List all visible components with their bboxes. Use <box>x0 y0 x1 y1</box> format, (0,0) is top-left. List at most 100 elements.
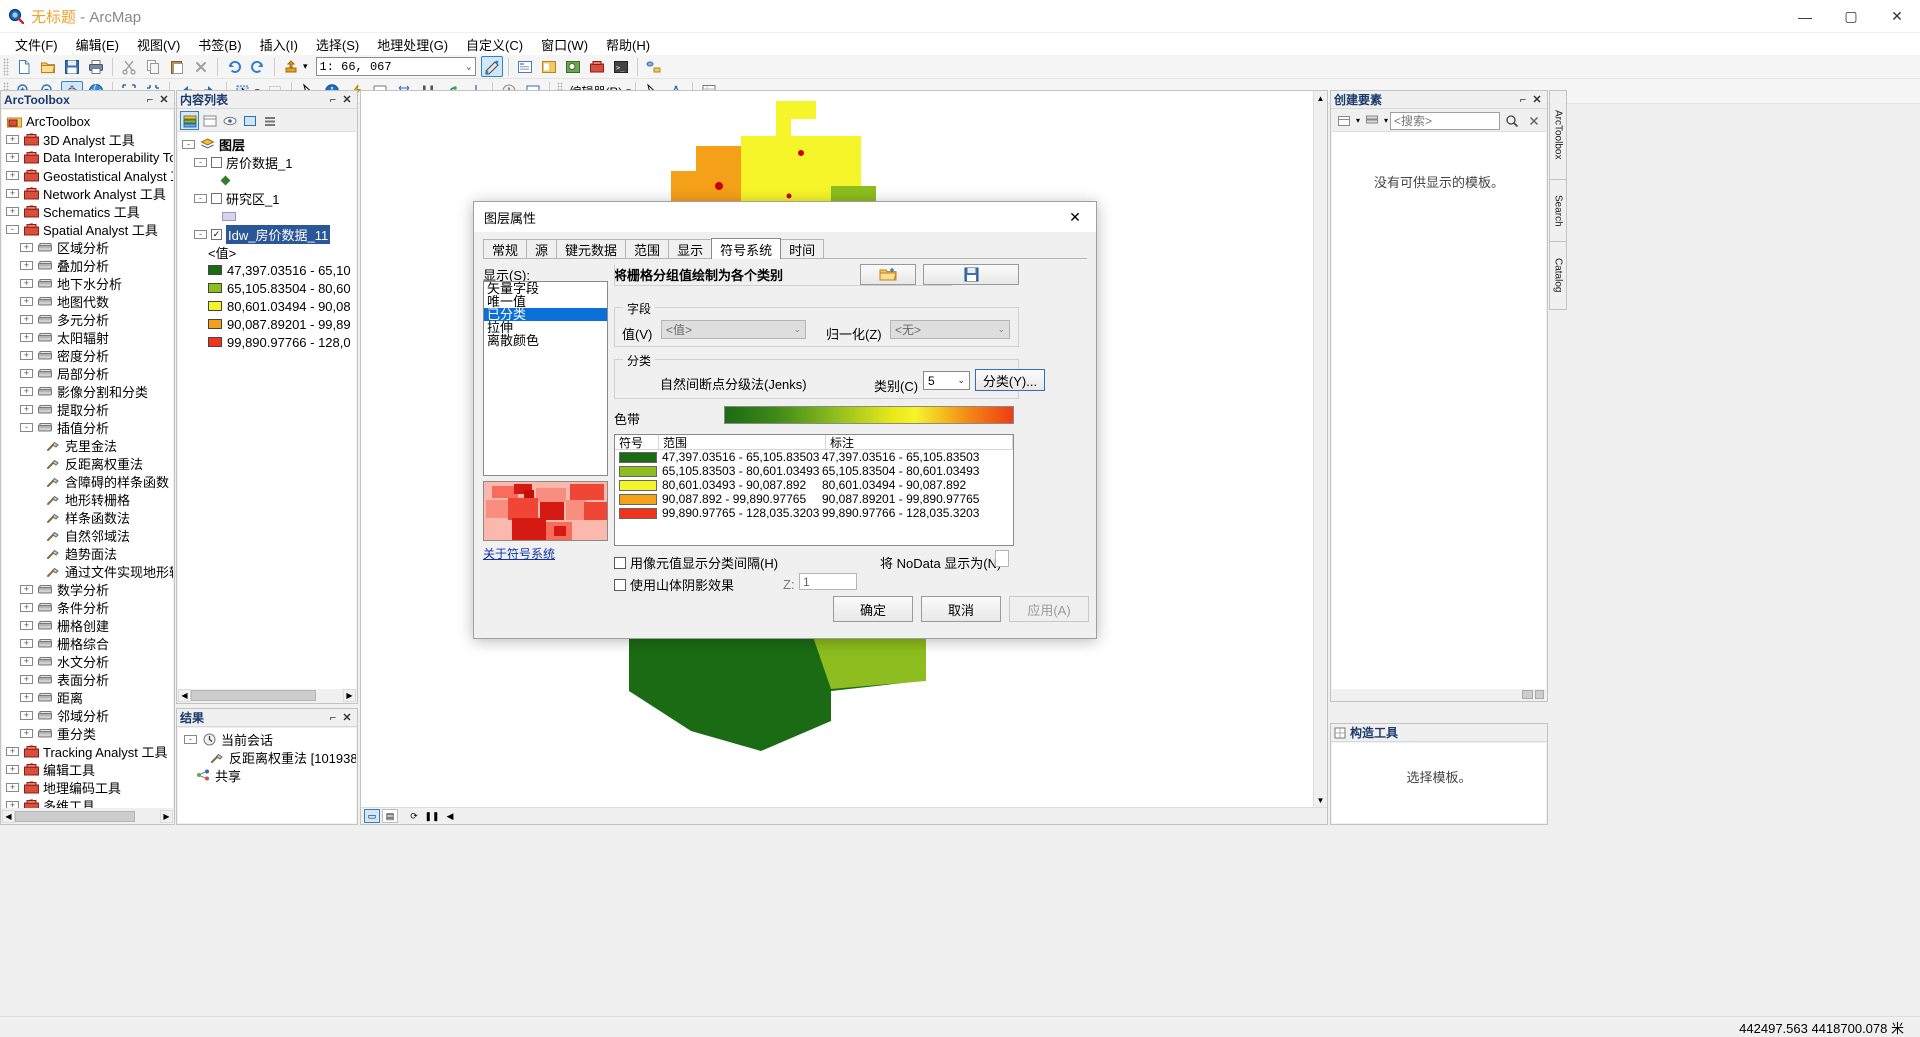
arctoolbox-node-20[interactable]: 地形转栅格 <box>2 490 173 508</box>
collapse-icon[interactable]: - <box>194 193 207 203</box>
toc-options-icon[interactable] <box>260 111 279 130</box>
expand-icon[interactable]: + <box>20 710 33 720</box>
refresh-icon[interactable]: ⟳ <box>406 809 422 823</box>
python-window-icon[interactable]: >_ <box>610 56 632 77</box>
arctoolbox-node-33[interactable]: + 重分类 <box>2 724 173 742</box>
collapse-icon[interactable]: - <box>194 229 207 239</box>
expand-icon[interactable]: + <box>20 602 33 612</box>
results-node-2[interactable]: 共享 <box>178 766 356 784</box>
dialog-tab-3[interactable]: 范围 <box>625 239 670 259</box>
scroll-right-icon[interactable]: ▶ <box>343 689 356 702</box>
map-scale-combo[interactable]: 1: 66, 067 ⌄ <box>315 57 476 76</box>
expand-icon[interactable]: + <box>20 296 33 306</box>
collapse-icon[interactable]: - <box>6 224 19 234</box>
collapse-icon[interactable]: - <box>194 157 207 167</box>
expand-icon[interactable]: + <box>20 242 33 252</box>
import-symbology-button[interactable] <box>860 264 916 285</box>
classification-row[interactable]: 80,601.03493 - 90,087.892 80,601.03494 - … <box>615 478 1013 492</box>
hillshade-checkbox-row[interactable]: 使用山体阴影效果 <box>614 575 734 594</box>
classification-row[interactable]: 99,890.97765 - 128,035.3203 99,890.97766 … <box>615 506 1013 520</box>
arctoolbox-node-36[interactable]: + 地理编码工具 <box>2 778 173 796</box>
class-symbol-swatch[interactable] <box>619 451 657 463</box>
close-icon[interactable]: ✕ <box>157 93 171 106</box>
arctoolbox-window-icon[interactable] <box>586 56 608 77</box>
arctoolbox-node-34[interactable]: + Tracking Analyst 工具 <box>2 742 173 760</box>
arctoolbox-node-16[interactable]: - 插值分析 <box>2 418 173 436</box>
symbology-show-list[interactable]: 矢量字段 唯一值 已分类 拉伸 离散颜色 <box>483 281 608 476</box>
layout-view-icon[interactable]: ▤ <box>382 809 398 823</box>
dialog-close-button[interactable]: ✕ <box>1060 204 1090 230</box>
scroll-thumb[interactable] <box>191 690 316 701</box>
scroll-down-icon[interactable]: ▼ <box>1314 793 1327 807</box>
organize-templates-icon[interactable] <box>1362 111 1381 130</box>
map-vertical-scrollbar[interactable]: ▲ ▼ <box>1313 91 1327 807</box>
menu-item-8[interactable]: 窗口(W) <box>532 33 597 56</box>
scroll-left-icon[interactable]: ◀ <box>178 689 191 702</box>
expand-icon[interactable]: + <box>20 314 33 324</box>
create-features-hscrollbar[interactable] <box>1332 689 1546 700</box>
arctoolbox-node-24[interactable]: 通过文件实现地形转 <box>2 562 173 580</box>
dialog-tab-6[interactable]: 时间 <box>780 239 825 259</box>
save-symbology-button[interactable] <box>923 264 1019 285</box>
menu-item-4[interactable]: 插入(I) <box>251 33 307 56</box>
save-document-icon[interactable] <box>61 56 83 77</box>
expand-icon[interactable]: + <box>20 278 33 288</box>
new-template-caret-icon[interactable]: ▾ <box>1356 116 1360 125</box>
new-document-icon[interactable] <box>13 56 35 77</box>
pin-icon[interactable]: ⌐ <box>326 94 340 106</box>
cut-icon[interactable] <box>118 56 140 77</box>
nodata-color-swatch[interactable] <box>995 550 1009 567</box>
arctoolbox-node-22[interactable]: 自然邻域法 <box>2 526 173 544</box>
normalize-combo[interactable]: <无> ⌄ <box>890 320 1010 339</box>
menu-item-0[interactable]: 文件(F) <box>6 33 67 56</box>
color-ramp-combo[interactable] <box>724 406 1014 424</box>
arctoolbox-node-27[interactable]: + 栅格创建 <box>2 616 173 634</box>
expand-icon[interactable]: + <box>20 638 33 648</box>
layer-visibility-checkbox[interactable] <box>211 192 222 204</box>
toc-layer-2[interactable]: - ✓ Idw_房价数据_11 <box>178 224 356 244</box>
collapse-icon[interactable]: - <box>20 422 33 432</box>
arctoolbox-node-26[interactable]: + 条件分析 <box>2 598 173 616</box>
search-window-icon[interactable] <box>562 56 584 77</box>
menu-item-1[interactable]: 编辑(E) <box>67 33 128 56</box>
collapse-icon[interactable]: - <box>184 734 197 744</box>
layer-visibility-checkbox[interactable] <box>211 156 222 168</box>
layer-visibility-checkbox[interactable]: ✓ <box>211 228 222 240</box>
dialog-tab-4[interactable]: 显示 <box>668 239 713 259</box>
class-symbol-swatch[interactable] <box>619 479 657 491</box>
about-symbology-link[interactable]: 关于符号系统 <box>483 545 555 562</box>
list-by-visibility-icon[interactable] <box>220 111 239 130</box>
close-button[interactable]: ✕ <box>1874 0 1920 33</box>
classes-count-combo[interactable]: 5 ⌄ <box>923 371 970 390</box>
arctoolbox-node-13[interactable]: + 局部分析 <box>2 364 173 382</box>
menu-item-6[interactable]: 地理处理(G) <box>368 33 457 56</box>
expand-icon[interactable]: + <box>20 350 33 360</box>
catalog-icon[interactable] <box>538 56 560 77</box>
arctoolbox-root-node[interactable]: ArcToolbox <box>2 112 173 130</box>
arctoolbox-node-9[interactable]: + 地图代数 <box>2 292 173 310</box>
dialog-tab-1[interactable]: 源 <box>526 239 558 259</box>
dock-tab-catalog[interactable]: Catalog <box>1549 242 1567 310</box>
arctoolbox-node-19[interactable]: 含障碍的样条函数 <box>2 472 173 490</box>
arctoolbox-node-31[interactable]: + 距离 <box>2 688 173 706</box>
expand-icon[interactable]: + <box>20 620 33 630</box>
arctoolbox-node-2[interactable]: + Geostatistical Analyst 工 <box>2 166 173 184</box>
organize-caret-icon[interactable]: ▾ <box>1384 116 1388 125</box>
add-data-caret-icon[interactable]: ▾ <box>303 61 308 72</box>
toolbar-grip[interactable] <box>3 57 9 76</box>
arctoolbox-node-37[interactable]: + 多维工具 <box>2 796 173 808</box>
symbology-option-4[interactable]: 离散颜色 <box>484 334 607 347</box>
minimize-button[interactable]: — <box>1782 0 1828 33</box>
pixel-value-checkbox-row[interactable]: 用像元值显示分类间隔(H) <box>614 553 778 572</box>
copy-icon[interactable] <box>142 56 164 77</box>
arctoolbox-node-30[interactable]: + 表面分析 <box>2 670 173 688</box>
expand-icon[interactable]: + <box>20 656 33 666</box>
new-template-icon[interactable] <box>1334 111 1353 130</box>
expand-icon[interactable]: + <box>6 188 19 198</box>
collapse-icon[interactable]: - <box>182 139 195 149</box>
maximize-button[interactable]: ▢ <box>1828 0 1874 33</box>
arctoolbox-node-0[interactable]: +3D Analyst 工具 <box>2 130 173 148</box>
cancel-button[interactable]: 取消 <box>921 596 1001 622</box>
expand-icon[interactable]: + <box>20 404 33 414</box>
expand-icon[interactable]: + <box>6 746 19 756</box>
